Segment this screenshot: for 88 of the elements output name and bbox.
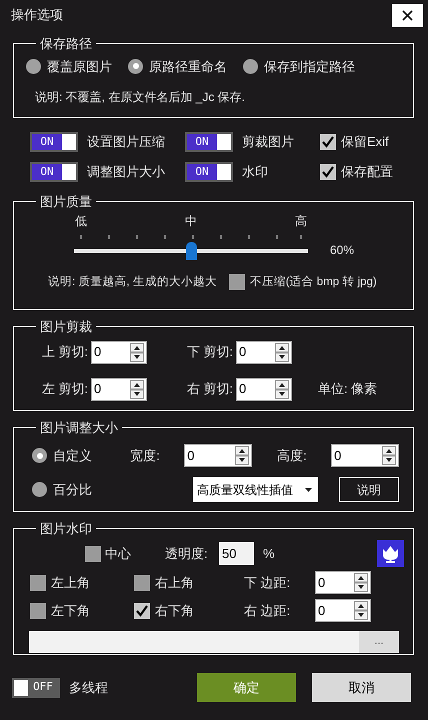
group-title: 保存路径: [39, 35, 93, 53]
spin-arrows-icon[interactable]: [130, 342, 144, 362]
toggle-switch[interactable]: ON: [185, 162, 233, 182]
path-field[interactable]: [29, 630, 359, 652]
spin-arrows-icon[interactable]: [275, 342, 289, 362]
label: 百分比: [53, 480, 92, 499]
number-field[interactable]: 0: [184, 444, 252, 467]
caret-icon[interactable]: [305, 488, 312, 492]
checkbox[interactable]: [134, 574, 150, 590]
note-text: 说明: 不覆盖, 在原文件名后加 _Jc 保存.: [35, 89, 246, 106]
label: 透明度:: [165, 544, 209, 563]
label: 中心: [105, 544, 131, 563]
label: 不压缩(适合 bmp 转 jpg): [250, 274, 377, 290]
label: 下 边距:: [244, 574, 292, 592]
label: 左下角: [51, 602, 90, 620]
dialog-button[interactable]: 取消: [312, 673, 411, 702]
number-field[interactable]: 0: [315, 599, 371, 622]
checkbox[interactable]: [30, 574, 46, 590]
label: 剪裁图片: [242, 133, 294, 152]
toggle-switch[interactable]: ON: [30, 132, 78, 152]
scale-label: 低: [74, 212, 88, 230]
label: 保存配置: [341, 163, 393, 182]
dropdown[interactable]: 高质量双线性插值: [193, 477, 318, 502]
label: 右 边距:: [244, 602, 292, 620]
group-title: 图片水印: [39, 520, 93, 538]
group-title: 图片质量: [39, 193, 93, 211]
label: 高度:: [277, 446, 308, 465]
number-field[interactable]: 0: [91, 378, 147, 400]
radio-button[interactable]: [243, 58, 258, 74]
radio-button[interactable]: [32, 482, 47, 497]
label: 宽度:: [130, 446, 161, 465]
help-button[interactable]: 说明: [339, 477, 399, 502]
radio-button[interactable]: [32, 448, 47, 463]
number-field[interactable]: 0: [236, 340, 292, 364]
label: 保存到指定路径: [264, 58, 355, 76]
label: 左上角: [51, 574, 90, 592]
note-text: 说明: 质量越高, 生成的大小越大: [48, 274, 217, 290]
spin-arrows-icon[interactable]: [275, 380, 289, 398]
number-field[interactable]: 0: [315, 571, 371, 594]
unit-label: 单位: 像素: [318, 380, 378, 398]
checkbox[interactable]: [320, 134, 336, 150]
scale-label: 高: [294, 212, 308, 230]
slider-value: 60%: [330, 242, 354, 258]
flower-icon[interactable]: [377, 540, 404, 567]
label: 右 剪切:: [186, 380, 234, 398]
spin-arrows-icon[interactable]: [382, 446, 396, 465]
spin-arrows-icon[interactable]: [354, 573, 368, 592]
toggle-switch[interactable]: OFF: [12, 678, 60, 698]
label: 原路径重命名: [149, 58, 227, 76]
checkbox[interactable]: [320, 164, 336, 180]
scale-label: 中: [184, 212, 198, 230]
spin-arrows-icon[interactable]: [235, 446, 250, 465]
close-button[interactable]: [392, 4, 423, 26]
checkbox[interactable]: [30, 602, 46, 618]
number-field[interactable]: 0: [331, 444, 400, 467]
window-title: 操作选项: [11, 6, 63, 24]
checkbox[interactable]: [228, 274, 245, 290]
radio-button[interactable]: [26, 58, 41, 74]
label: 设置图片压缩: [87, 133, 165, 152]
number-field[interactable]: 50: [219, 542, 254, 565]
label: 左 剪切:: [40, 380, 89, 398]
group-title: 图片调整大小: [39, 419, 119, 437]
dialog-button[interactable]: 确定: [197, 673, 296, 702]
label: 水印: [242, 163, 268, 182]
label: %: [263, 544, 275, 563]
close-icon[interactable]: [402, 10, 413, 20]
toggle-switch[interactable]: ON: [185, 132, 233, 152]
spin-arrows-icon[interactable]: [130, 380, 144, 398]
label: 下 剪切:: [186, 343, 234, 362]
group-title: 图片剪裁: [39, 318, 93, 336]
label: 多线程: [69, 678, 108, 697]
spin-arrows-icon[interactable]: [354, 601, 368, 620]
number-field[interactable]: 0: [91, 340, 147, 364]
label: 调整图片大小: [87, 163, 165, 182]
number-field[interactable]: 0: [236, 378, 292, 400]
label: 覆盖原图片: [47, 58, 112, 76]
label: 自定义: [53, 446, 92, 465]
toggle-switch[interactable]: ON: [30, 162, 78, 182]
label: 右上角: [155, 574, 194, 592]
slider-track[interactable]: [74, 242, 308, 260]
checkbox[interactable]: [134, 602, 150, 618]
label: 上 剪切:: [40, 343, 89, 362]
slider-thumb[interactable]: [186, 242, 197, 260]
radio-button[interactable]: [128, 58, 143, 74]
checkbox[interactable]: [85, 546, 101, 562]
label: 保留Exif: [341, 133, 389, 152]
browse-button[interactable]: ...: [359, 630, 399, 652]
label: 右下角: [155, 602, 194, 620]
